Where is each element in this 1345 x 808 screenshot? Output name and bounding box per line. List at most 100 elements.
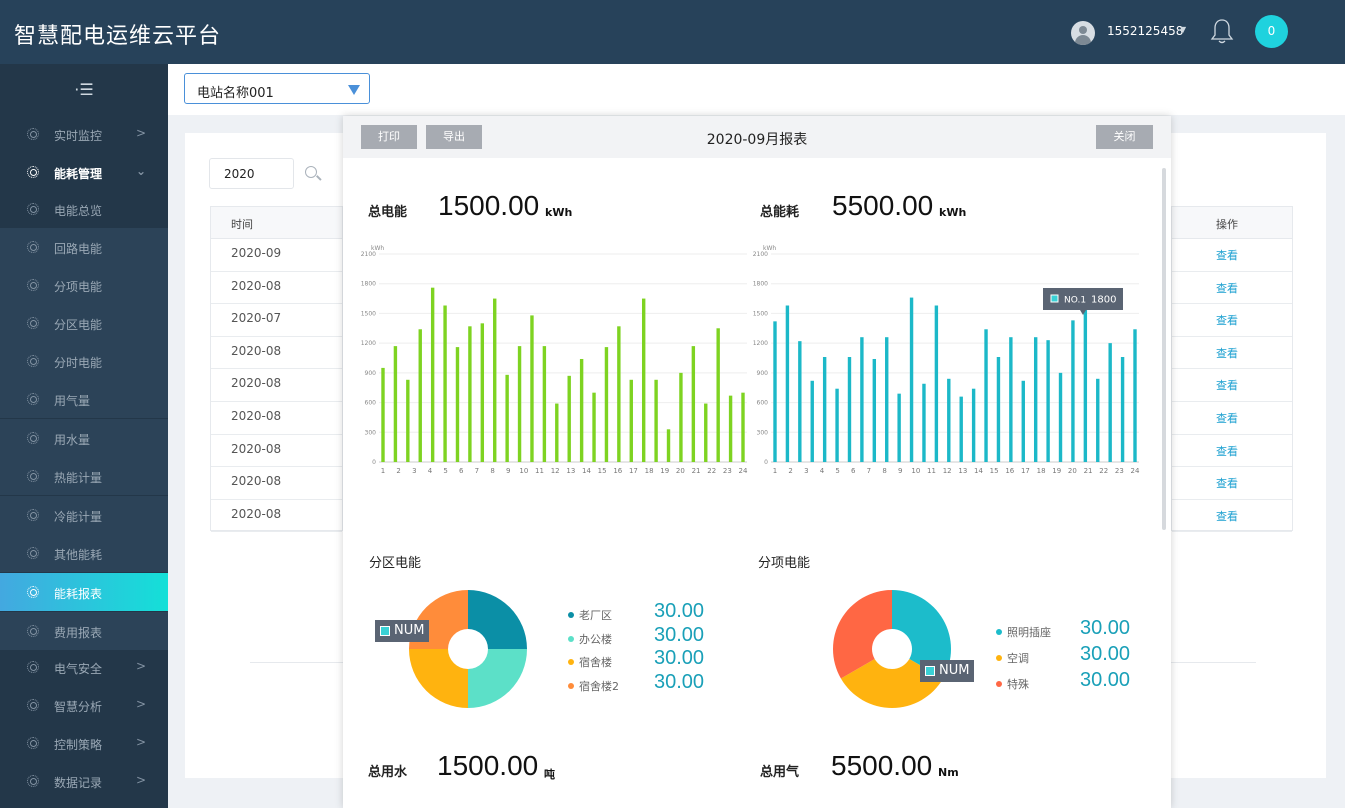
bar[interactable] (984, 329, 988, 462)
bar[interactable] (1058, 372, 1063, 462)
view-link[interactable]: 查看 (1172, 402, 1292, 435)
sidebar-item[interactable]: 冷能计量 (0, 496, 168, 534)
bar[interactable] (897, 393, 901, 462)
sidebar-item[interactable]: 用水量 (0, 419, 168, 457)
bar[interactable] (579, 358, 584, 462)
bar[interactable] (381, 367, 385, 462)
bar[interactable] (1096, 378, 1100, 462)
bar[interactable] (1021, 380, 1025, 462)
sidebar-item[interactable]: 数据记录 > (0, 762, 168, 800)
bar[interactable] (1046, 340, 1050, 462)
bar[interactable] (971, 388, 976, 462)
bar[interactable] (542, 346, 547, 462)
bar[interactable] (704, 403, 708, 462)
bar[interactable] (785, 305, 790, 462)
sidebar-item[interactable]: 电能总览 (0, 190, 168, 228)
year-input[interactable]: 2020 (209, 158, 294, 189)
sidebar-item[interactable]: 控制策略 > (0, 724, 168, 762)
bar[interactable] (654, 379, 658, 462)
view-link[interactable]: 查看 (1172, 369, 1292, 402)
view-link[interactable]: 查看 (1172, 304, 1292, 337)
bar[interactable] (505, 374, 509, 462)
bar[interactable] (567, 375, 571, 462)
bar[interactable] (909, 297, 914, 462)
bar[interactable] (604, 347, 609, 462)
bar[interactable] (455, 347, 460, 462)
bar[interactable] (959, 396, 963, 462)
sidebar-item[interactable]: 热能计量 (0, 457, 168, 495)
bar[interactable] (517, 346, 522, 462)
sidebar-item[interactable]: 智慧分析 > (0, 686, 168, 724)
bar[interactable] (443, 305, 447, 462)
bar[interactable] (716, 328, 720, 462)
sidebar-item[interactable]: 分时电能 (0, 342, 168, 380)
bar[interactable] (592, 392, 596, 462)
bar[interactable] (1009, 337, 1013, 462)
view-link[interactable]: 查看 (1172, 500, 1292, 533)
bar[interactable] (1133, 329, 1137, 462)
bar[interactable] (629, 379, 633, 462)
avatar[interactable] (1071, 21, 1095, 45)
view-link[interactable]: 查看 (1172, 435, 1292, 468)
bar[interactable] (1108, 343, 1112, 462)
bar[interactable] (691, 346, 696, 462)
bar[interactable] (922, 383, 926, 462)
bar[interactable] (641, 298, 646, 462)
bar[interactable] (1033, 337, 1038, 462)
pie-slice[interactable] (833, 590, 892, 679)
bar[interactable] (418, 329, 422, 462)
bar[interactable] (1083, 305, 1088, 462)
search-icon[interactable] (305, 166, 317, 178)
bar[interactable] (555, 403, 559, 462)
view-link[interactable]: 查看 (1172, 239, 1292, 272)
bar[interactable] (773, 321, 777, 462)
chevron-down-icon[interactable]: ▼ (1180, 25, 1186, 34)
bar[interactable] (934, 305, 939, 462)
bar[interactable] (728, 395, 733, 462)
bar[interactable] (666, 429, 671, 462)
sidebar-item[interactable]: 能耗管理 ⌄ (0, 153, 168, 191)
bar[interactable] (1120, 357, 1125, 462)
station-select[interactable]: 电站名称001 (184, 73, 370, 104)
pie-slice[interactable] (468, 590, 527, 649)
bar[interactable] (947, 378, 951, 462)
sidebar-item[interactable]: 分项电能 (0, 266, 168, 304)
bar[interactable] (822, 357, 827, 462)
bar[interactable] (872, 358, 877, 462)
sidebar-item[interactable]: 用气量 (0, 380, 168, 418)
bar[interactable] (741, 392, 745, 462)
bar[interactable] (860, 337, 864, 462)
bar[interactable] (493, 298, 497, 462)
bar[interactable] (393, 346, 398, 462)
view-link[interactable]: 查看 (1172, 467, 1292, 500)
scrollbar[interactable] (1162, 168, 1166, 530)
bar[interactable] (885, 337, 889, 462)
view-link[interactable]: 查看 (1172, 337, 1292, 370)
bar[interactable] (530, 315, 534, 462)
sidebar-item[interactable]: 实时监控 > (0, 115, 168, 153)
bar[interactable] (798, 341, 802, 462)
bar[interactable] (617, 326, 621, 462)
bar[interactable] (480, 323, 485, 462)
sidebar-item[interactable]: 其他能耗 (0, 534, 168, 572)
bell-icon[interactable] (1210, 18, 1234, 44)
pie-slice[interactable] (468, 649, 527, 708)
bar[interactable] (847, 357, 852, 462)
menu-collapse-icon[interactable]: ·☰ (0, 64, 168, 114)
bar[interactable] (406, 379, 410, 462)
sidebar-item[interactable]: 费用报表 (0, 612, 168, 650)
bar[interactable] (996, 357, 1001, 462)
pie-slice[interactable] (409, 649, 468, 708)
bar[interactable] (1071, 320, 1075, 462)
user-menu[interactable]: 1552125458 (1107, 24, 1183, 38)
bar[interactable] (810, 380, 814, 462)
bar[interactable] (468, 326, 472, 462)
view-link[interactable]: 查看 (1172, 272, 1292, 305)
close-button[interactable]: 关闭 (1096, 125, 1153, 149)
sidebar-item[interactable]: 能耗报表 (0, 573, 168, 611)
notification-badge[interactable]: 0 (1255, 15, 1288, 48)
bar[interactable] (835, 388, 839, 462)
sidebar-item[interactable]: 电气安全 > (0, 648, 168, 686)
sidebar-item[interactable]: 分区电能 (0, 304, 168, 342)
sidebar-item[interactable]: 回路电能 (0, 228, 168, 266)
